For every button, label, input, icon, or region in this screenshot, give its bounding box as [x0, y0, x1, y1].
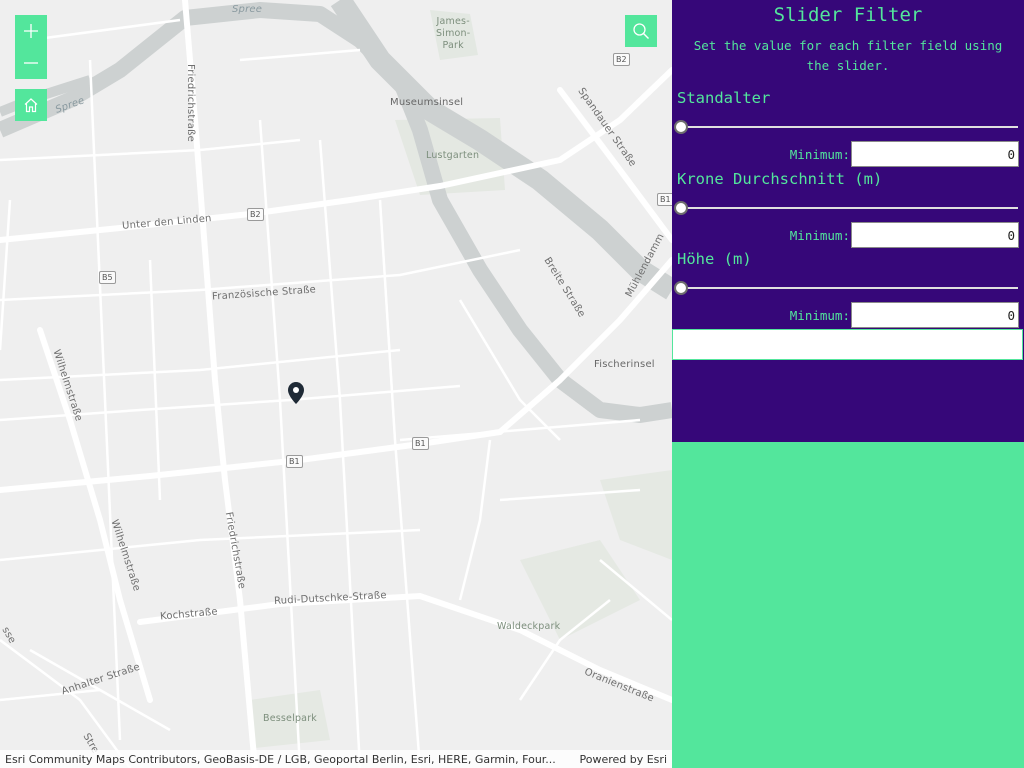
- map-label-lustgarten: Lustgarten: [426, 150, 480, 161]
- home-button[interactable]: [15, 89, 47, 121]
- map-label-james-simon-park: James- Simon- Park: [436, 16, 471, 51]
- minimum-row: Minimum:: [790, 302, 1019, 328]
- zoom-in-button[interactable]: [15, 15, 47, 47]
- map-attribution[interactable]: Esri Community Maps Contributors, GeoBas…: [0, 750, 672, 768]
- hoehe-minimum-input[interactable]: [851, 302, 1019, 328]
- road-shield-b5: B5: [99, 271, 116, 284]
- map-label-friedrichstrasse: Friedrichstraße: [185, 64, 196, 142]
- road-shield-b1: B1: [412, 437, 429, 450]
- road-shield-b2: B2: [247, 208, 264, 221]
- field-label: Standalter: [677, 89, 771, 107]
- filter-field-krone-durchschnitt: Krone Durchschnitt (m) Minimum:: [672, 169, 1024, 249]
- krone-durchschnitt-minimum-input[interactable]: [851, 222, 1019, 248]
- slider-track[interactable]: [678, 287, 1018, 289]
- map-label-fischerinsel: Fischerinsel: [594, 359, 655, 370]
- minimum-row: Minimum:: [790, 141, 1019, 167]
- slider-thumb[interactable]: [674, 281, 688, 295]
- standalter-minimum-input[interactable]: [851, 141, 1019, 167]
- field-label: Krone Durchschnitt (m): [677, 170, 883, 188]
- hoehe-slider[interactable]: [674, 281, 1018, 295]
- filter-field-hoehe: Höhe (m) Minimum:: [672, 249, 1024, 329]
- map-label-museumsinsel: Museumsinsel: [390, 97, 464, 108]
- slider-thumb[interactable]: [674, 120, 688, 134]
- krone-durchschnitt-slider[interactable]: [674, 201, 1018, 215]
- field-label: Höhe (m): [677, 250, 752, 268]
- map-label-waldeckpark: Waldeckpark: [497, 621, 561, 632]
- road-shield-b1: B1: [286, 455, 303, 468]
- panel-description: Set the value for each filter field usin…: [693, 38, 1003, 73]
- slider-thumb[interactable]: [674, 201, 688, 215]
- location-pin-icon[interactable]: [288, 382, 304, 404]
- map-label-besselpark: Besselpark: [263, 713, 318, 724]
- slider-track[interactable]: [678, 126, 1018, 128]
- zoom-out-button[interactable]: [15, 47, 47, 79]
- attribution-text[interactable]: Esri Community Maps Contributors, GeoBas…: [5, 753, 567, 766]
- minimum-label: Minimum:: [789, 146, 850, 162]
- zoom-in-icon: [24, 24, 38, 38]
- zoom-out-icon: [24, 62, 38, 64]
- road-shield-b1: B1: [657, 193, 672, 206]
- map-label-spree: Spree: [232, 4, 263, 15]
- search-icon: [633, 23, 649, 39]
- search-button[interactable]: [625, 15, 657, 47]
- minimum-label: Minimum:: [789, 227, 850, 243]
- road-shield-b2: B2: [613, 53, 630, 66]
- panel-title: Slider Filter: [773, 4, 923, 26]
- minimum-row: Minimum:: [790, 222, 1019, 248]
- map-view[interactable]: Spree Spree James- Simon- Park Friedrich…: [0, 0, 672, 768]
- filter-field-standalter: Standalter Minimum:: [672, 88, 1024, 168]
- powered-by-esri-link[interactable]: Powered by Esri: [579, 753, 667, 766]
- slider-track[interactable]: [678, 207, 1018, 209]
- slider-filter-panel: Slider Filter Set the value for each fil…: [672, 0, 1024, 442]
- basemap: [0, 0, 672, 768]
- results-box[interactable]: [672, 329, 1023, 360]
- minimum-label: Minimum:: [789, 307, 850, 323]
- standalter-slider[interactable]: [674, 120, 1018, 134]
- home-icon: [24, 98, 38, 113]
